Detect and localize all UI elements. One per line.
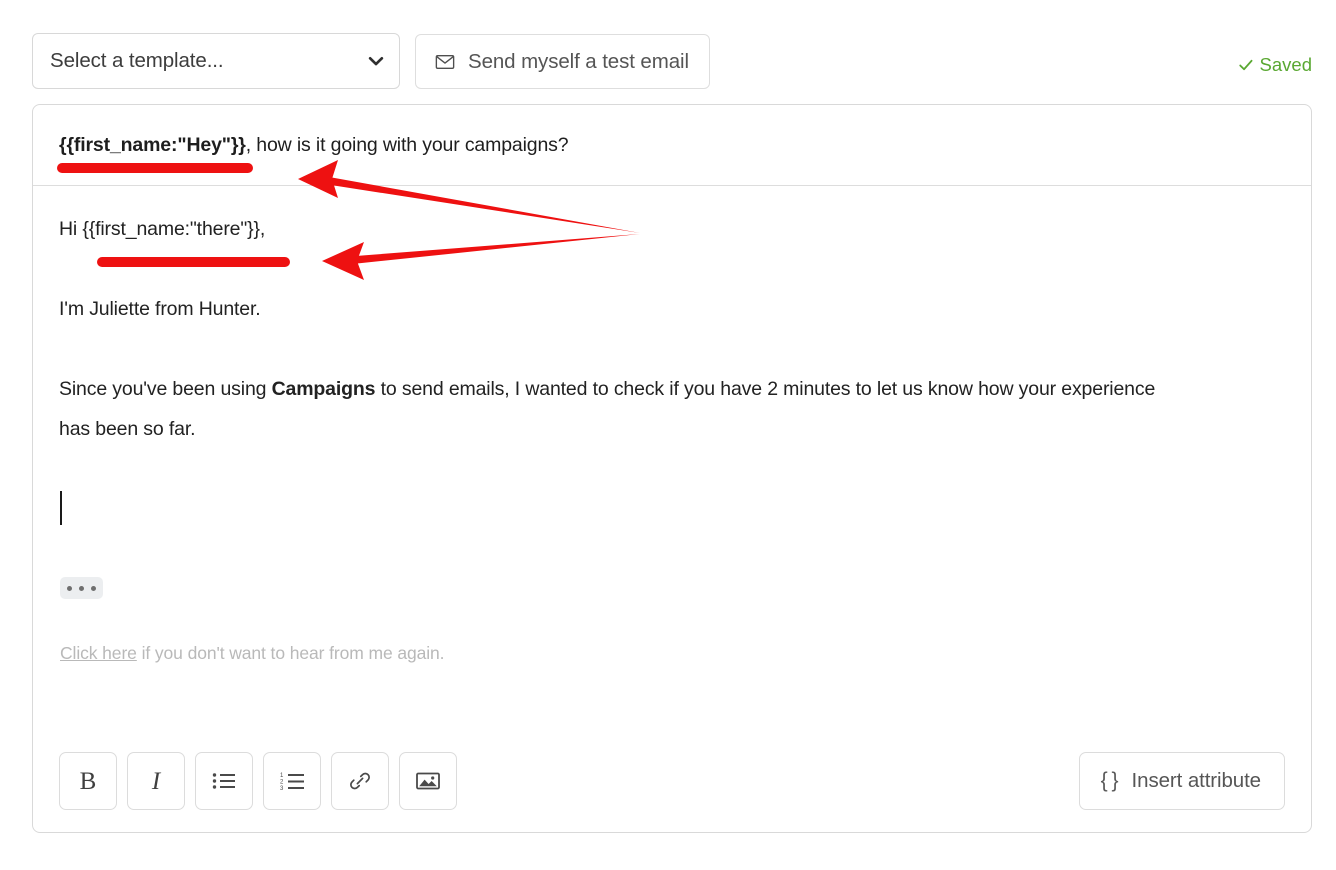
subject-input-row[interactable]: {{first_name:"Hey"}}, how is it going wi… bbox=[33, 105, 1311, 186]
saved-status-badge: Saved bbox=[1238, 54, 1312, 76]
format-tool-group: B I bbox=[59, 752, 457, 810]
link-button[interactable] bbox=[331, 752, 389, 810]
insert-attribute-label: Insert attribute bbox=[1132, 769, 1261, 793]
italic-button[interactable]: I bbox=[127, 752, 185, 810]
email-body-editor[interactable]: Hi {{first_name:"there"}}, I'm Juliette … bbox=[33, 187, 1311, 832]
insert-attribute-button[interactable]: { } Insert attribute bbox=[1079, 752, 1285, 810]
body-paragraph-bold: Campaigns bbox=[272, 378, 376, 400]
body-paragraph: Since you've been using Campaigns to sen… bbox=[59, 369, 1189, 449]
editor-format-toolbar: B I bbox=[59, 752, 1285, 810]
bullet-list-button[interactable] bbox=[195, 752, 253, 810]
svg-text:2: 2 bbox=[280, 779, 284, 785]
image-icon bbox=[416, 771, 440, 791]
svg-text:1: 1 bbox=[280, 773, 284, 779]
template-select-value: Select a template... bbox=[50, 49, 367, 73]
send-test-email-label: Send myself a test email bbox=[468, 50, 689, 74]
image-button[interactable] bbox=[399, 752, 457, 810]
curly-braces-icon: { } bbox=[1101, 769, 1118, 793]
body-empty-line bbox=[59, 489, 1285, 529]
saved-status-label: Saved bbox=[1260, 54, 1312, 76]
check-icon bbox=[1238, 57, 1254, 73]
body-intro: I'm Juliette from Hunter. bbox=[59, 289, 1189, 329]
italic-icon: I bbox=[152, 769, 160, 794]
dot-icon bbox=[91, 586, 96, 591]
numbered-list-icon: 1 2 3 bbox=[280, 772, 305, 791]
subject-line: {{first_name:"Hey"}}, how is it going wi… bbox=[59, 134, 568, 157]
bold-icon: B bbox=[80, 769, 97, 794]
editor-top-bar: Select a template... Send myself a test … bbox=[32, 33, 1312, 91]
template-select[interactable]: Select a template... bbox=[32, 33, 400, 89]
unsubscribe-line: Click here if you don't want to hear fro… bbox=[60, 643, 1285, 664]
envelope-icon bbox=[435, 52, 455, 72]
email-editor-panel: {{first_name:"Hey"}}, how is it going wi… bbox=[32, 104, 1312, 833]
chevron-down-icon bbox=[367, 52, 385, 70]
text-cursor bbox=[60, 491, 62, 525]
bullet-list-icon bbox=[212, 772, 236, 790]
subject-rest-text: , how is it going with your campaigns? bbox=[246, 134, 569, 156]
dot-icon bbox=[67, 586, 72, 591]
unsubscribe-link[interactable]: Click here bbox=[60, 643, 137, 663]
unsubscribe-rest-text: if you don't want to hear from me again. bbox=[137, 643, 445, 663]
dot-icon bbox=[79, 586, 84, 591]
body-paragraph-pre: Since you've been using bbox=[59, 378, 272, 400]
send-test-email-button[interactable]: Send myself a test email bbox=[415, 34, 710, 89]
svg-text:3: 3 bbox=[280, 786, 284, 791]
body-greeting: Hi {{first_name:"there"}}, bbox=[59, 209, 1189, 249]
subject-attribute-token: {{first_name:"Hey"}} bbox=[59, 134, 246, 156]
numbered-list-button[interactable]: 1 2 3 bbox=[263, 752, 321, 810]
signature-placeholder-badge[interactable] bbox=[60, 577, 103, 599]
link-icon bbox=[348, 769, 372, 793]
bold-button[interactable]: B bbox=[59, 752, 117, 810]
